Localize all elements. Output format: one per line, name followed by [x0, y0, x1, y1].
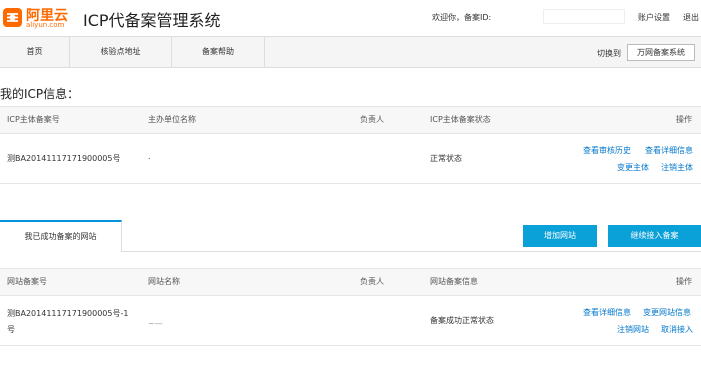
column-header: 负责人	[360, 115, 384, 124]
aliyun-logo[interactable]: 阿里云 aliyun.com	[2, 5, 74, 31]
organization-name: .	[148, 152, 151, 161]
record-id-value	[543, 9, 625, 24]
nav-item-home[interactable]: 首页	[0, 37, 70, 67]
cancel-access-link[interactable]: 取消接入	[661, 324, 693, 335]
switch-system-button[interactable]: 万网备案系统	[627, 44, 695, 61]
tab-registered-sites[interactable]: 我已成功备案的网站	[0, 220, 122, 252]
site-record-number-cont: 号	[7, 325, 15, 334]
continue-access-button[interactable]: 继续接入备案	[608, 225, 701, 247]
header: 阿里云 aliyun.com ICP代备案管理系统 欢迎你，备案ID: 账户设置…	[0, 0, 701, 36]
site-record-number: 测BA20141117171900005号-1	[7, 309, 129, 318]
logo-domain: aliyun.com	[26, 21, 65, 29]
main-nav: 首页 核验点地址 备案帮助 切换到 万网备案系统	[0, 36, 701, 68]
sites-tab-bar: 我已成功备案的网站 增加网站 继续接入备案	[0, 220, 701, 252]
column-header: 网站名称	[148, 277, 180, 286]
cancel-entity-link[interactable]: 注销主体	[661, 162, 693, 173]
nav-item-help[interactable]: 备案帮助	[172, 37, 265, 67]
column-header: 主办单位名称	[148, 115, 196, 124]
site-record-info: 备案成功正常状态	[430, 316, 494, 325]
column-header: 网站备案信息	[430, 277, 478, 286]
view-audit-history-link[interactable]: 查看审核历史	[583, 145, 631, 156]
view-details-link[interactable]: 查看详细信息	[645, 145, 693, 156]
welcome-text: 欢迎你，备案ID:	[432, 13, 492, 22]
column-header: 操作	[676, 277, 692, 286]
cancel-site-link[interactable]: 注销网站	[617, 324, 649, 335]
icp-table-header: ICP主体备案号 主办单位名称 负责人 ICP主体备案状态 操作	[0, 106, 701, 134]
sites-table-header: 网站备案号 网站名称 负责人 网站备案信息 操作	[0, 268, 701, 296]
icp-table-row: 测BA20141117171900005号 . 正常状态 查看审核历史 查看详细…	[0, 134, 701, 184]
icp-record-number: 测BA20141117171900005号	[7, 154, 121, 163]
column-header: 操作	[676, 115, 692, 124]
account-settings-link[interactable]: 账户设置	[638, 12, 670, 23]
change-entity-link[interactable]: 变更主体	[617, 162, 649, 173]
column-header: ICP主体备案状态	[430, 115, 491, 124]
logout-link[interactable]: 退出	[683, 12, 699, 23]
icp-section-title: 我的ICP信息：	[0, 87, 80, 101]
change-site-info-link[interactable]: 变更网站信息	[643, 307, 691, 318]
aliyun-cloud-icon	[3, 8, 22, 27]
icp-status: 正常状态	[430, 154, 462, 163]
site-name: ~—	[148, 319, 163, 328]
column-header: 网站备案号	[7, 277, 47, 286]
sites-table-row: 测BA20141117171900005号-1 号 ~— 备案成功正常状态 查看…	[0, 296, 701, 346]
column-header: ICP主体备案号	[7, 115, 60, 124]
add-site-button[interactable]: 增加网站	[523, 225, 597, 247]
switch-label: 切换到	[597, 49, 621, 58]
system-title: ICP代备案管理系统	[83, 11, 221, 30]
nav-item-verify-address[interactable]: 核验点地址	[70, 37, 172, 67]
view-site-details-link[interactable]: 查看详细信息	[583, 307, 631, 318]
column-header: 负责人	[360, 277, 384, 286]
